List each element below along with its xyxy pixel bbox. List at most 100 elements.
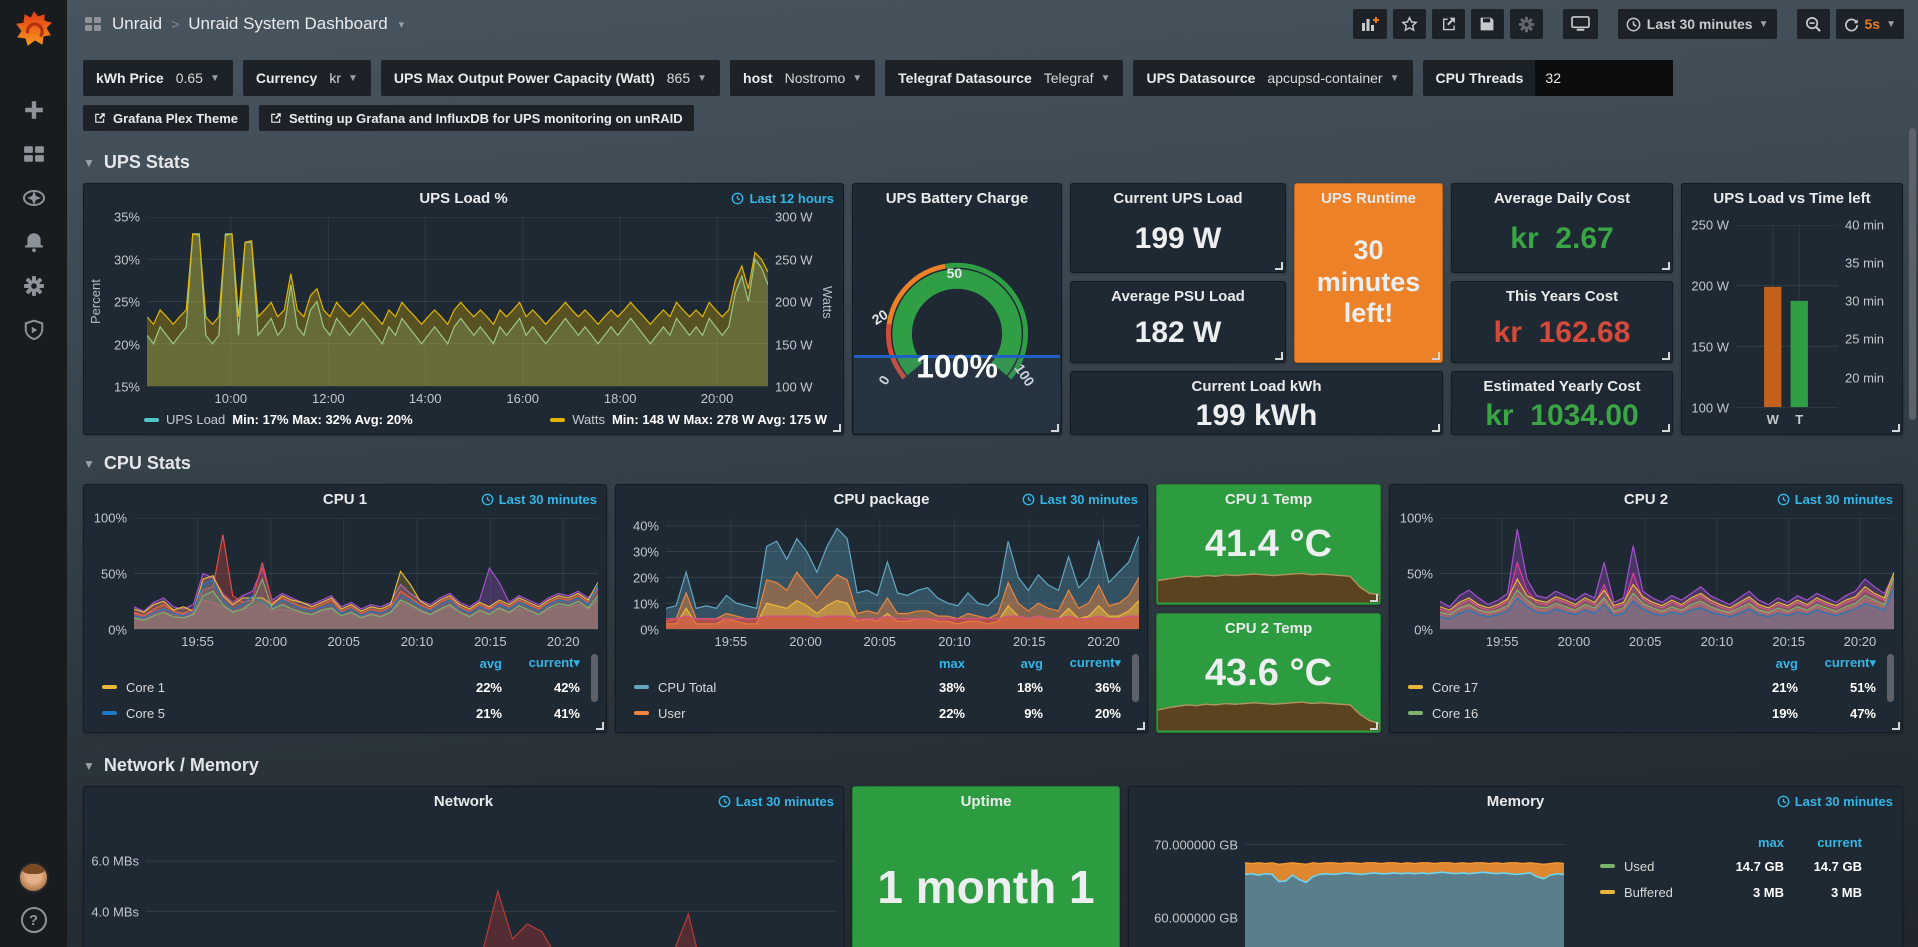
panel-resize-handle[interactable] [1051,424,1059,432]
panel-resize-handle[interactable] [596,722,604,730]
panel-resize-handle[interactable] [1370,594,1378,602]
panel-title[interactable]: Estimated Yearly Cost [1452,378,1672,395]
cpu-threads-input[interactable] [1535,60,1673,96]
panel-title[interactable]: Average PSU Load [1071,288,1285,305]
legend-series-label[interactable]: Buffered [1624,885,1706,900]
section-row-ups-stats[interactable]: ▼UPS Stats [83,152,1903,173]
variable-value-dropdown[interactable]: kr▼ [329,70,358,86]
page-scrollbar[interactable] [1909,128,1916,420]
variable-value-dropdown[interactable]: Nostromo▼ [785,70,863,86]
legend-sort-header[interactable]: current [1784,835,1862,850]
legend-sort-header[interactable]: current▾ [1798,655,1876,671]
panel-timerange[interactable]: Last 30 minutes [1777,492,1893,507]
panel-title[interactable]: Average Daily Cost [1452,190,1672,207]
sidebar-configuration-button[interactable] [0,264,67,308]
panel-resize-handle[interactable] [1662,262,1670,270]
ups-load-chart[interactable] [147,217,768,387]
legend-series-label[interactable]: Core 17 [1432,680,1720,695]
panel-resize-handle[interactable] [1892,424,1900,432]
panel-resize-handle[interactable] [833,424,841,432]
dashboard-settings-button[interactable] [1510,9,1543,39]
user-avatar[interactable] [18,862,49,893]
section-row-cpu-stats[interactable]: ▼CPU Stats [83,453,1903,474]
link-grafana-plex-theme[interactable]: Grafana Plex Theme [83,105,249,131]
sidebar-dashboards-button[interactable] [0,132,67,176]
panel-resize-handle[interactable] [1892,722,1900,730]
panel-title[interactable]: CPU 2 Temp [1157,620,1380,637]
panel-title[interactable]: Current UPS Load [1071,190,1285,207]
ups-bars-chart[interactable] [1736,225,1838,408]
panel-title[interactable]: UPS Load vs Time left [1682,190,1902,207]
panel-title[interactable]: Current Load kWh [1071,378,1442,395]
legend-scrollbar[interactable] [1132,654,1139,702]
variable-value-dropdown[interactable]: Telegraf▼ [1044,70,1111,86]
breadcrumb-folder[interactable]: Unraid [112,14,162,34]
share-button[interactable] [1432,9,1465,39]
variable-label: host [743,70,773,86]
panel-resize-handle[interactable] [1370,722,1378,730]
panel-timerange[interactable]: Last 30 minutes [1777,794,1893,809]
legend-scrollbar[interactable] [1887,654,1894,702]
grafana-logo-icon[interactable] [13,8,55,50]
refresh-picker[interactable]: 5s ▼ [1836,9,1904,39]
y-tick-label: 200 W [1691,279,1729,294]
legend-series-label[interactable]: CPU Total [658,680,887,695]
panel-resize-handle[interactable] [1662,352,1670,360]
zoom-out-button[interactable] [1797,9,1830,39]
panel-timerange[interactable]: Last 12 hours [731,191,834,206]
legend-sort-header[interactable]: avg [424,656,502,671]
legend-sort-header[interactable]: max [1706,835,1784,850]
legend-series-label[interactable]: Core 1 [126,680,424,695]
variable-label: kWh Price [96,70,164,86]
panel-resize-handle[interactable] [1137,722,1145,730]
sidebar-explore-button[interactable] [0,176,67,220]
cpu-package-chart[interactable] [666,518,1139,630]
panel-title[interactable]: This Years Cost [1452,288,1672,305]
legend-sort-header[interactable]: current▾ [1043,655,1121,671]
star-button[interactable] [1393,9,1426,39]
sidebar-admin-button[interactable] [0,308,67,352]
variable-value-dropdown[interactable]: 865▼ [667,70,707,86]
legend-series-label[interactable]: Core 16 [1432,706,1720,721]
panel-resize-handle[interactable] [1275,262,1283,270]
panel-resize-handle[interactable] [1432,424,1440,432]
variable-value-dropdown[interactable]: apcupsd-container▼ [1267,70,1399,86]
legend-sort-header[interactable]: avg [965,656,1043,671]
sidebar-create-button[interactable] [0,88,67,132]
link-grafana-influxdb-ups-guide[interactable]: Setting up Grafana and InfluxDB for UPS … [259,105,694,131]
panel-timerange[interactable]: Last 30 minutes [481,492,597,507]
panel-resize-handle[interactable] [1432,352,1440,360]
panel-title[interactable]: CPU 1 Temp [1157,491,1380,508]
cycle-view-mode-button[interactable] [1563,9,1598,39]
cpu1-chart[interactable] [134,518,598,630]
panel-title[interactable]: Uptime [853,793,1119,810]
panel-resize-handle[interactable] [1662,424,1670,432]
help-button[interactable]: ? [21,907,47,933]
sidebar-alerting-button[interactable] [0,220,67,264]
dashboard-dropdown-caret[interactable]: ▾ [399,18,405,31]
panel-timerange[interactable]: Last 30 minutes [718,794,834,809]
breadcrumb-dashboard-title[interactable]: Unraid System Dashboard [188,14,387,34]
memory-chart[interactable] [1245,830,1564,947]
cpu2-chart[interactable] [1440,518,1894,630]
panel-title[interactable]: UPS Load % [84,190,843,207]
panel-title[interactable]: UPS Battery Charge [853,190,1061,207]
section-row-network-memory[interactable]: ▼Network / Memory [83,755,1903,776]
panel-title[interactable]: UPS Runtime [1295,190,1442,207]
legend-series-label[interactable]: Core 5 [126,706,424,721]
time-range-picker[interactable]: Last 30 minutes ▼ [1618,9,1777,39]
add-panel-button[interactable] [1353,9,1387,39]
legend-sort-header[interactable]: avg [1720,656,1798,671]
legend-series-label[interactable]: Used [1624,859,1706,874]
panel-resize-handle[interactable] [1275,352,1283,360]
save-button[interactable] [1471,9,1504,39]
legend-series-label[interactable]: UPS Load [166,412,225,427]
legend-sort-header[interactable]: max [887,656,965,671]
legend-series-label[interactable]: Watts [572,412,605,427]
legend-series-label[interactable]: User [658,706,887,721]
panel-timerange[interactable]: Last 30 minutes [1022,492,1138,507]
legend-scrollbar[interactable] [591,654,598,702]
legend-sort-header[interactable]: current▾ [502,655,580,671]
variable-value-dropdown[interactable]: 0.65▼ [176,70,220,86]
network-chart[interactable] [146,836,835,947]
